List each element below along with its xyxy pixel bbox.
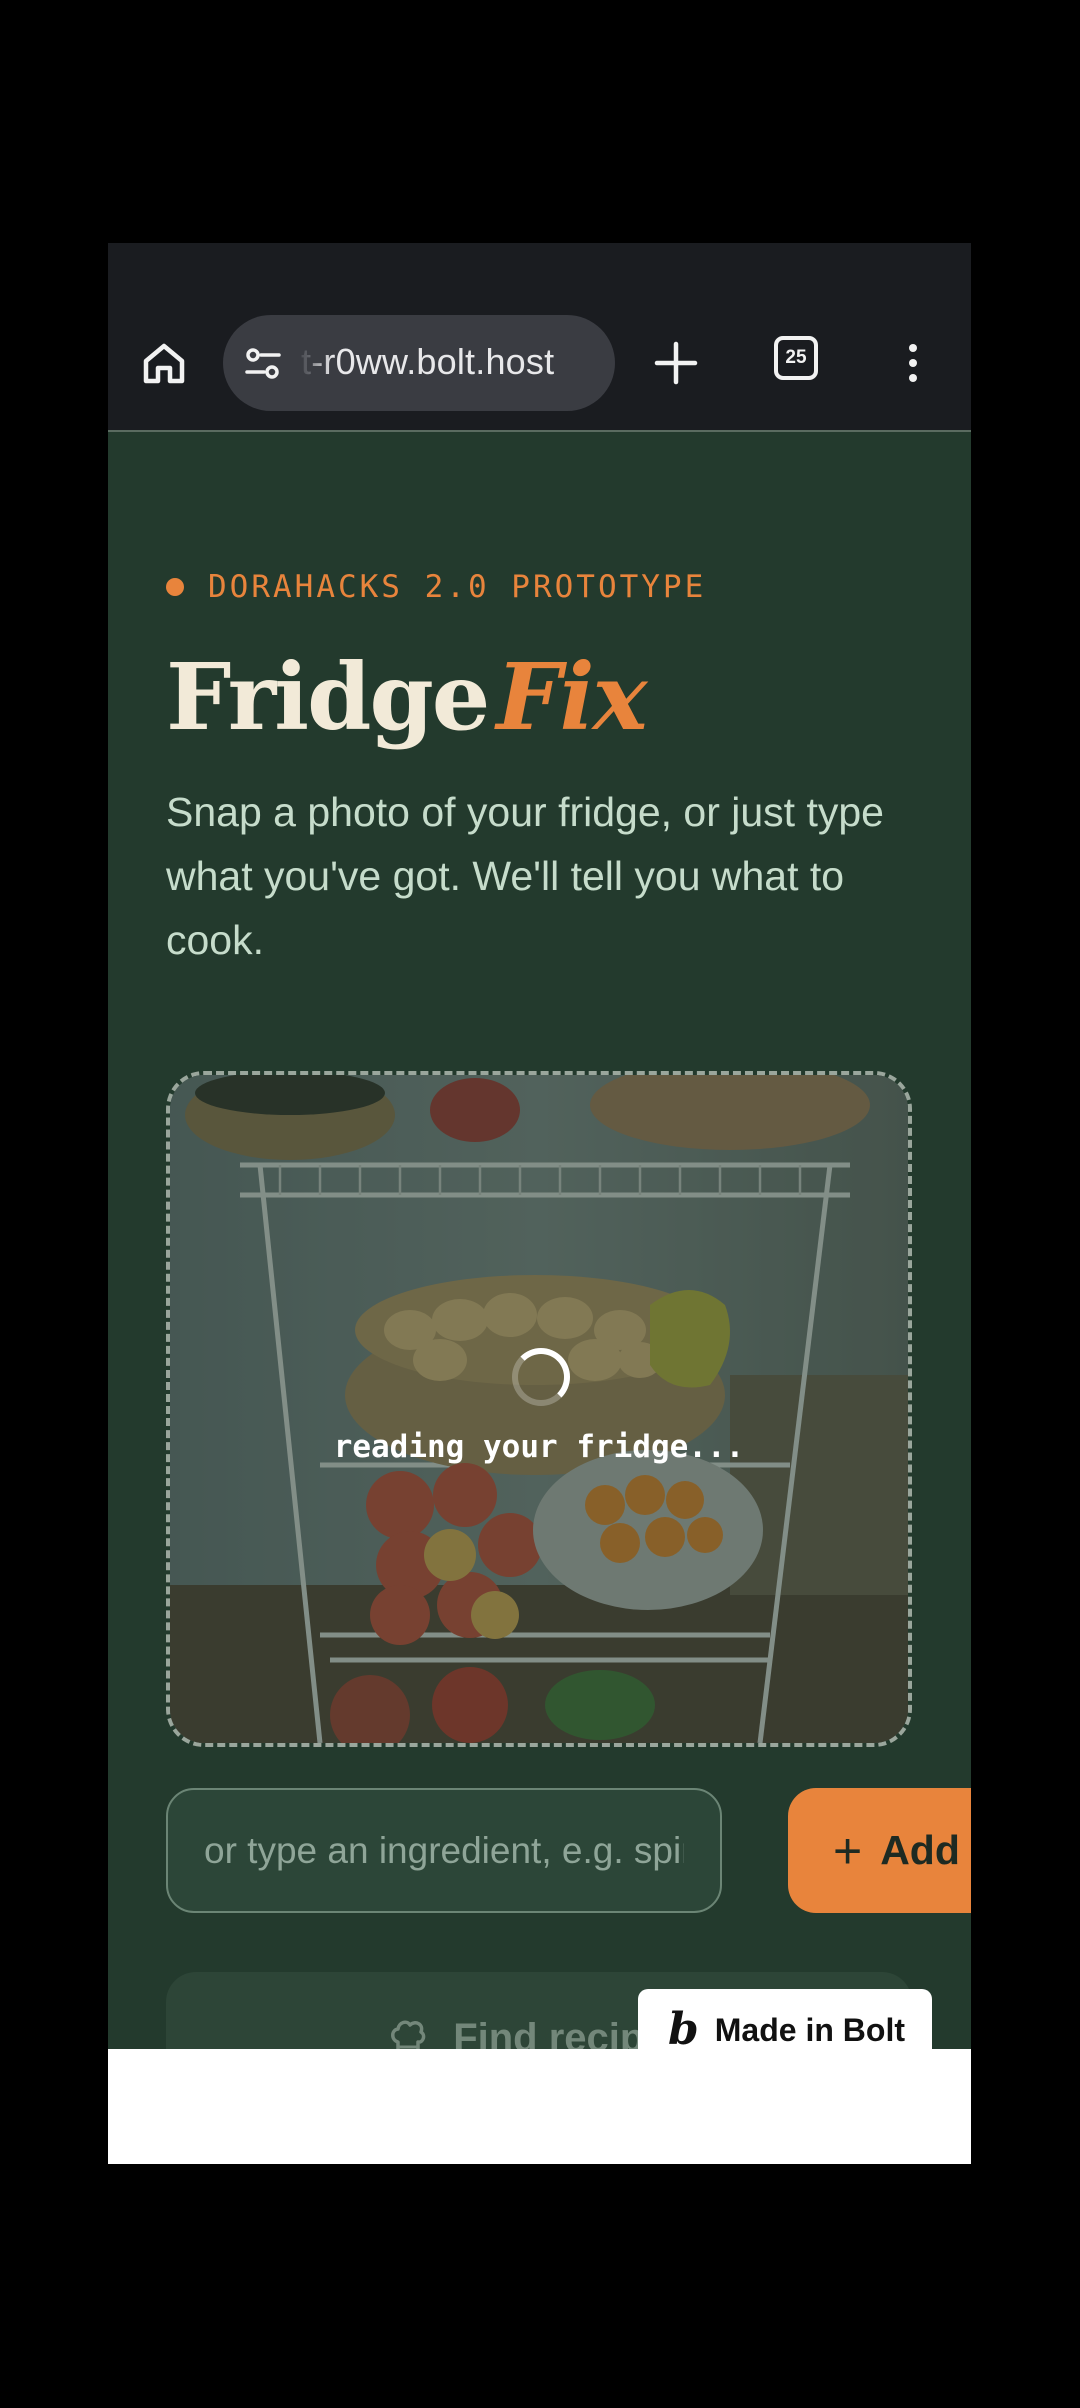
page-subtitle: Snap a photo of your fridge, or just typ…	[166, 789, 884, 963]
title-accent: Fix	[496, 643, 647, 751]
loading-status: reading your fridge...	[333, 1429, 745, 1465]
plus-icon	[654, 341, 698, 385]
kicker-text: DORAHACKS 2.0 PROTOTYPE	[208, 569, 707, 605]
badge-label: Made in Bolt	[714, 2011, 905, 2048]
address-bar[interactable]: t-r0ww.bolt.host	[223, 315, 615, 411]
ingredient-input[interactable]	[166, 1788, 722, 1913]
new-tab-button[interactable]	[648, 335, 704, 391]
loading-spinner-icon	[512, 1348, 570, 1406]
more-vert-icon	[909, 344, 917, 352]
tabs-button[interactable]: 25	[774, 336, 818, 380]
home-icon	[143, 343, 185, 384]
url-fade	[293, 315, 333, 411]
bottom-panel	[108, 2049, 971, 2164]
tab-count: 25	[785, 347, 807, 368]
photo-upload-area[interactable]: reading your fridge...	[166, 1071, 912, 1747]
add-button-label: Add	[880, 1827, 960, 1873]
browser-toolbar: t-r0ww.bolt.host 25	[108, 243, 971, 432]
phone-screen: t-r0ww.bolt.host 25 DORAHACKS 2.0 PROTOT…	[108, 243, 971, 2164]
status-dot	[166, 578, 184, 596]
more-menu-button[interactable]	[898, 335, 928, 391]
site-settings-icon[interactable]	[243, 344, 283, 384]
add-ingredient-button[interactable]: + Add	[788, 1788, 971, 1913]
page-title: FridgeFix	[166, 643, 647, 751]
home-button[interactable]	[136, 335, 192, 391]
plus-icon: +	[833, 1822, 863, 1879]
kicker: DORAHACKS 2.0 PROTOTYPE	[166, 569, 706, 605]
loading-overlay	[170, 1075, 908, 1743]
bolt-logo-icon: b	[668, 2004, 699, 2055]
url-text: t-r0ww.bolt.host	[301, 341, 555, 382]
title-main: Fridge	[166, 643, 490, 751]
